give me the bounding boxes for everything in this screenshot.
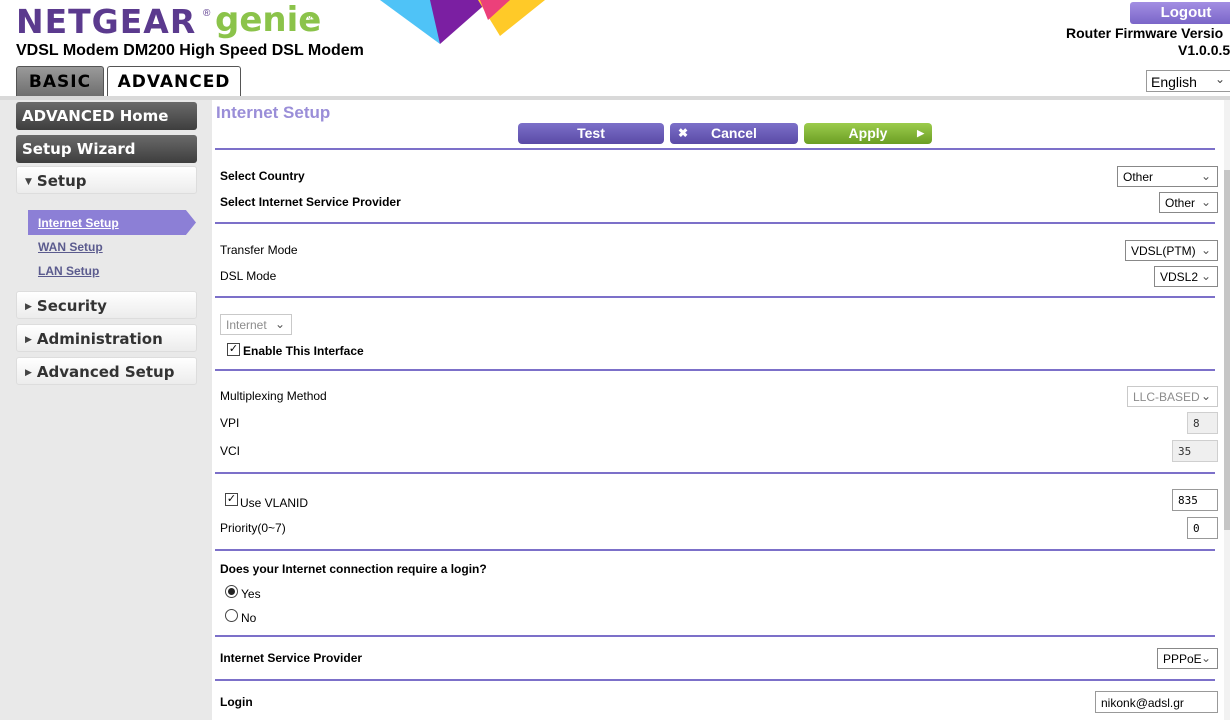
section-divider <box>215 222 1215 224</box>
sidebar-subitem-internet-setup[interactable]: Internet Setup <box>38 216 119 230</box>
brand-logo: NETGEAR <box>16 2 197 41</box>
sidebar-subitem-wan-setup[interactable]: WAN Setup <box>38 240 103 254</box>
login-no-label: No <box>241 611 257 625</box>
multiplexing-label: Multiplexing Method <box>220 389 327 403</box>
country-select[interactable]: Other ⌄ <box>1117 166 1218 187</box>
sidebar-item-setup-wizard[interactable]: Setup Wizard <box>16 135 197 163</box>
close-icon: ✖ <box>678 126 689 140</box>
isp-select[interactable]: Other ⌄ <box>1159 192 1218 213</box>
play-arrow-icon: ▶ <box>917 128 924 138</box>
firmware-version: V1.0.0.5 <box>1178 42 1230 58</box>
chevron-down-icon: ⌄ <box>1200 269 1211 283</box>
sidebar-item-setup[interactable]: ▼ Setup <box>16 166 197 194</box>
chevron-down-icon: ⌄ <box>1200 389 1211 403</box>
scrollbar-thumb[interactable] <box>1224 170 1230 530</box>
vlanid-field[interactable]: 835 <box>1172 489 1218 511</box>
page-title: Internet Setup <box>216 103 331 122</box>
sidebar-item-label: Setup <box>36 172 87 190</box>
vci-field: 35 <box>1172 440 1218 462</box>
interface-value: Internet <box>226 318 267 332</box>
sidebar-item-administration[interactable]: ▶ Administration <box>16 324 197 352</box>
sidebar-item-label: Security <box>36 297 107 315</box>
dsl-mode-label: DSL Mode <box>220 269 277 283</box>
section-divider <box>215 549 1215 551</box>
login-field[interactable]: nikonk@adsl.gr <box>1095 691 1218 713</box>
enable-interface-checkbox[interactable]: ✓ <box>227 343 240 356</box>
logo-shapes-icon <box>380 0 545 44</box>
language-select[interactable]: English ⌄ <box>1146 70 1230 92</box>
test-button[interactable]: Test <box>518 123 664 144</box>
country-label: Select Country <box>220 169 305 183</box>
login-yes-label: Yes <box>241 587 261 601</box>
login-label: Login <box>220 695 253 709</box>
multiplexing-select: LLC-BASED ⌄ <box>1127 386 1218 407</box>
isp-select-value: Other <box>1165 196 1196 210</box>
vpi-label: VPI <box>220 416 240 430</box>
triangle-right-icon: ▶ <box>25 368 32 378</box>
tab-basic[interactable]: BASIC <box>16 66 104 97</box>
transfer-mode-select[interactable]: VDSL(PTM) ⌄ <box>1125 240 1218 261</box>
isp-type-select[interactable]: PPPoE ⌄ <box>1157 648 1218 669</box>
isp-type-value: PPPoE <box>1163 652 1202 666</box>
login-question: Does your Internet connection require a … <box>220 562 487 576</box>
section-divider <box>215 679 1215 681</box>
multiplexing-value: LLC-BASED <box>1133 390 1200 404</box>
triangle-down-icon: ▼ <box>25 177 32 187</box>
triangle-right-icon: ▶ <box>25 335 32 345</box>
interface-select: Internet ⌄ <box>220 314 292 335</box>
use-vlanid-checkbox[interactable]: ✓ <box>225 493 238 506</box>
sidebar-subitem-lan-setup[interactable]: LAN Setup <box>38 264 99 278</box>
triangle-right-icon: ▶ <box>25 302 32 312</box>
tab-advanced[interactable]: ADVANCED <box>107 66 241 97</box>
reg-mark-genie: ® <box>308 12 316 23</box>
sidebar: ADVANCED Home Setup Wizard ▼ Setup Intern… <box>0 100 212 720</box>
transfer-mode-value: VDSL(PTM) <box>1131 244 1196 258</box>
chevron-down-icon: ⌄ <box>274 317 285 331</box>
header: NETGEAR ® genie ® VDSL Modem DM200 High … <box>0 0 1230 97</box>
sidebar-item-security[interactable]: ▶ Security <box>16 291 197 319</box>
vpi-field: 8 <box>1187 412 1218 434</box>
language-value: English <box>1151 74 1197 90</box>
section-divider <box>215 369 1215 371</box>
cancel-button[interactable]: ✖ Cancel <box>670 123 798 144</box>
sidebar-item-advanced-setup[interactable]: ▶ Advanced Setup <box>16 357 197 385</box>
login-yes-radio[interactable] <box>225 585 238 598</box>
apply-label: Apply <box>848 125 888 141</box>
chevron-down-icon: ⌄ <box>1200 651 1211 665</box>
section-divider <box>215 472 1215 474</box>
apply-button[interactable]: Apply ▶ <box>804 123 932 144</box>
chevron-down-icon: ⌄ <box>1200 195 1211 209</box>
chevron-down-icon: ⌄ <box>1214 72 1225 86</box>
use-vlanid-label: Use VLANID <box>240 496 309 510</box>
transfer-mode-label: Transfer Mode <box>220 243 298 257</box>
sidebar-item-advanced-home[interactable]: ADVANCED Home <box>16 102 197 130</box>
cancel-label: Cancel <box>711 125 757 141</box>
isp-select-label: Select Internet Service Provider <box>220 195 401 209</box>
vci-label: VCI <box>220 444 241 458</box>
logout-button[interactable]: Logout <box>1130 2 1230 24</box>
reg-mark: ® <box>203 8 211 19</box>
enable-interface-label: Enable This Interface <box>243 344 364 358</box>
country-value: Other <box>1123 170 1154 184</box>
chevron-down-icon: ⌄ <box>1200 169 1211 183</box>
sidebar-item-label: Advanced Setup <box>36 363 175 381</box>
section-divider <box>215 296 1215 298</box>
sidebar-item-label: Administration <box>36 330 163 348</box>
brand-genie: genie <box>215 0 322 40</box>
section-divider <box>215 635 1215 637</box>
isp-label: Internet Service Provider <box>220 651 363 665</box>
priority-label: Priority(0~7) <box>220 521 286 535</box>
dsl-mode-select[interactable]: VDSL2 ⌄ <box>1154 266 1218 287</box>
model-name: VDSL Modem DM200 High Speed DSL Modem <box>16 42 364 59</box>
firmware-label: Router Firmware Versio <box>1066 25 1224 41</box>
chevron-down-icon: ⌄ <box>1200 243 1211 257</box>
main-panel: Internet Setup Test ✖ Cancel Apply ▶ Sel… <box>215 100 1230 720</box>
login-no-radio[interactable] <box>225 609 238 622</box>
dsl-mode-value: VDSL2 <box>1160 270 1199 284</box>
section-divider <box>215 148 1215 150</box>
priority-field[interactable]: 0 <box>1187 517 1218 539</box>
